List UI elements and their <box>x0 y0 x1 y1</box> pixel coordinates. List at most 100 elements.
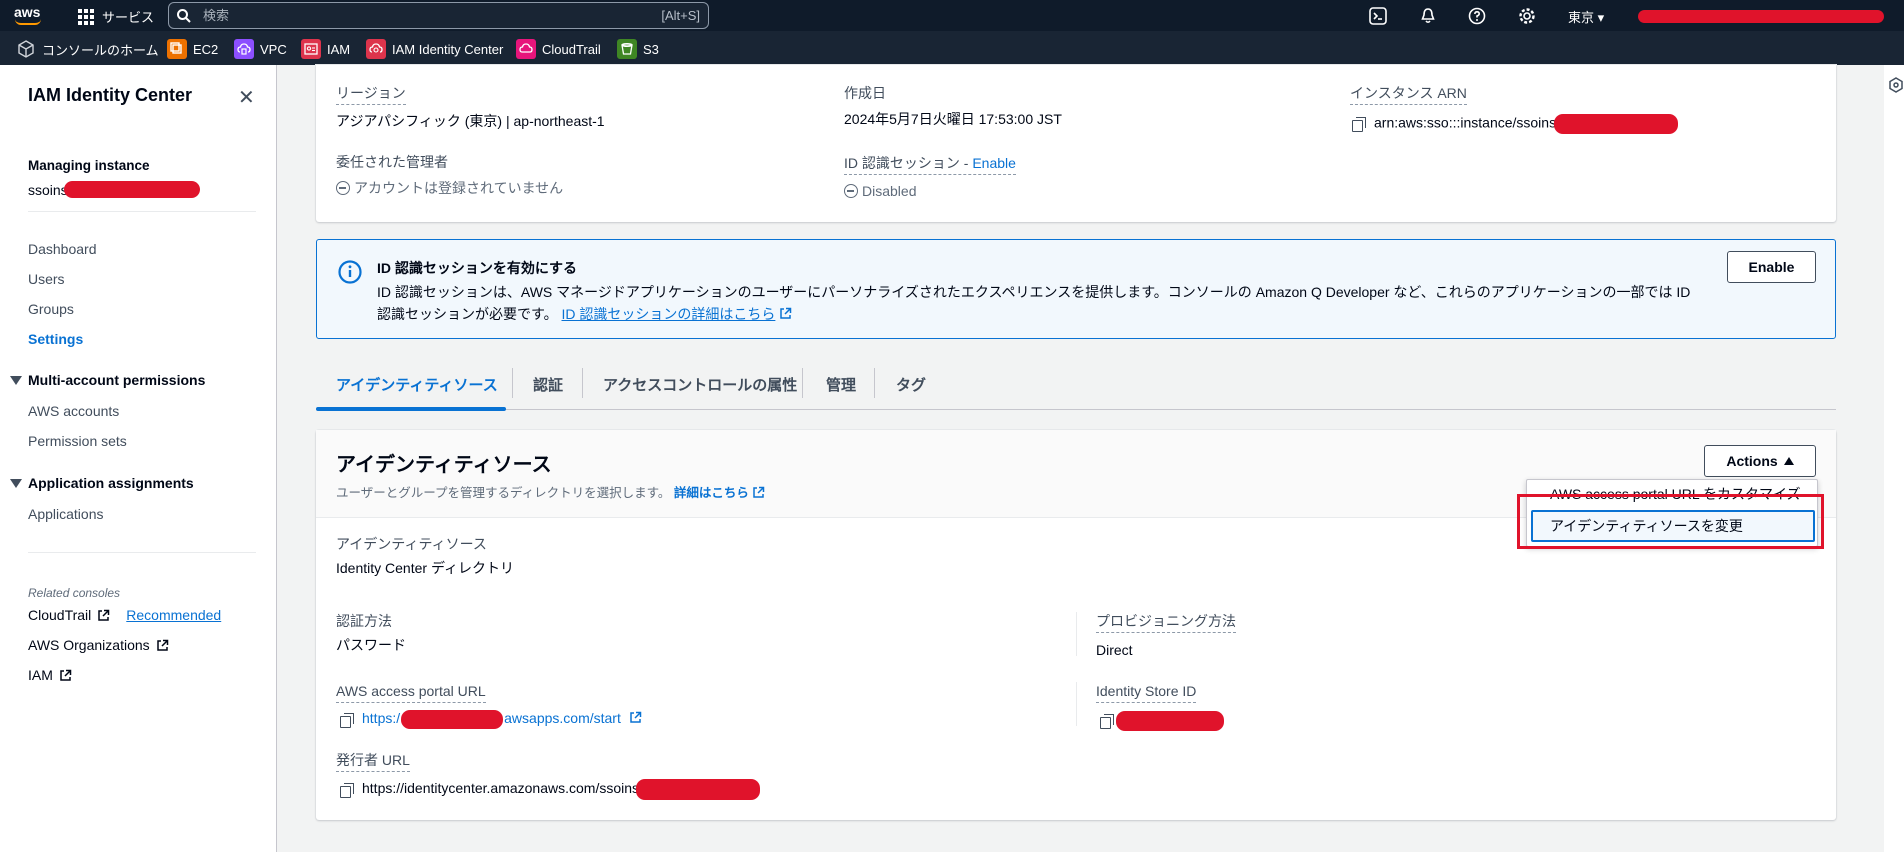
managing-instance-label: Managing instance <box>28 158 150 173</box>
favorite-label: コンソールのホーム <box>42 42 159 58</box>
copy-icon[interactable] <box>1352 117 1366 132</box>
column-divider <box>1076 682 1077 726</box>
issuer-url-label: 発行者 URL <box>336 752 410 772</box>
related-iam-link[interactable]: IAM <box>28 667 72 683</box>
related-label: IAM <box>28 667 53 683</box>
iam-icon <box>301 39 321 59</box>
annotation-highlight-box <box>1517 494 1824 549</box>
managing-instance-value: ssoins <box>28 181 200 198</box>
redacted-mark <box>401 710 504 729</box>
sidebar-item-dashboard[interactable]: Dashboard <box>28 241 97 257</box>
managing-instance-id: ssoins <box>28 181 68 198</box>
source-label: アイデンティティソース <box>336 536 487 552</box>
delegated-admin-label: 委任された管理者 <box>336 154 448 170</box>
favorite-s3[interactable]: S3 <box>617 39 659 59</box>
auth-method-label: 認証方法 <box>336 613 392 629</box>
alert-learn-more-link[interactable]: ID 認識セッションの詳細はこちら <box>562 306 776 322</box>
cloudshell-icon[interactable] <box>1368 6 1388 26</box>
delegated-admin-value: アカウントは登録されていません <box>336 180 563 197</box>
session-enable-link[interactable]: Enable <box>972 155 1016 171</box>
sidebar-item-users[interactable]: Users <box>28 271 65 287</box>
favorite-label: EC2 <box>193 41 219 57</box>
provisioning-value: Direct <box>1096 642 1133 658</box>
region-selector[interactable]: 東京 ▾ <box>1568 7 1604 26</box>
sidebar-section-application-assignments[interactable]: Application assignments <box>10 475 194 491</box>
ec2-icon <box>167 39 187 59</box>
related-aws-organizations-link[interactable]: AWS Organizations <box>28 637 169 653</box>
sidebar-title[interactable]: IAM Identity Center <box>28 85 192 106</box>
account-menu-redacted[interactable] <box>1638 10 1884 23</box>
sidebar-item-groups[interactable]: Groups <box>28 301 74 317</box>
sidebar-item-applications[interactable]: Applications <box>28 506 104 522</box>
alert-body-text: 認識セッションが必要です。 <box>377 306 558 322</box>
external-link-icon <box>60 669 72 681</box>
session-label: ID 認識セッション - Enable <box>844 155 1016 175</box>
settings-tabs: アイデンティティソース 認証 アクセスコントロールの属性 管理 タグ <box>316 358 1836 411</box>
identity-source-title: アイデンティティソース <box>336 454 552 476</box>
related-label: CloudTrail <box>28 607 92 623</box>
alert-title: ID 認識セッションを有効にする <box>377 260 578 276</box>
notifications-icon[interactable] <box>1418 6 1438 26</box>
redacted-mark <box>636 779 761 800</box>
related-consoles-title: Related consoles <box>28 586 121 600</box>
top-navigation: aws サービス [Alt+S] 東京 ▾ <box>0 0 1904 31</box>
enable-button[interactable]: Enable <box>1727 251 1816 283</box>
favorite-iam[interactable]: IAM <box>301 39 350 59</box>
created-label: 作成日 <box>844 85 886 101</box>
external-link-icon <box>98 609 110 621</box>
copy-icon[interactable] <box>1100 714 1114 729</box>
search-input[interactable] <box>203 8 662 23</box>
related-cloudtrail-link[interactable]: CloudTrail Recommended <box>28 607 221 623</box>
identity-store-id-value <box>1100 711 1224 731</box>
instance-details-card: リージョン アジアパシフィック (東京) | ap-northeast-1 作成… <box>316 65 1836 222</box>
favorite-iam-identity-center[interactable]: IAM Identity Center <box>366 39 503 59</box>
external-link-icon <box>753 486 765 498</box>
learn-more-link[interactable]: 詳細はこちら <box>674 486 749 500</box>
tab-authentication[interactable]: 認証 <box>533 374 563 395</box>
section-heading: Application assignments <box>28 475 194 491</box>
favorite-label: IAM <box>327 41 351 57</box>
tab-separator <box>802 368 803 398</box>
help-icon[interactable] <box>1467 6 1487 26</box>
close-icon[interactable]: ✕ <box>238 85 255 110</box>
related-label: AWS Organizations <box>28 637 150 653</box>
search-bar[interactable]: [Alt+S] <box>168 2 709 29</box>
favorite-console-home[interactable]: コンソールのホーム <box>16 39 159 59</box>
region-label: リージョン <box>336 85 406 105</box>
portal-url-link[interactable]: https:/ awsapps.com/start <box>362 710 621 729</box>
favorite-ec2[interactable]: EC2 <box>167 39 218 59</box>
tools-panel-icon[interactable] <box>1888 77 1904 93</box>
portal-url-value: https:/ awsapps.com/start <box>340 710 642 729</box>
status-negative-icon <box>336 181 350 195</box>
s3-icon <box>617 39 637 59</box>
side-navigation: IAM Identity Center ✕ Managing instance … <box>0 65 277 852</box>
sidebar-item-aws-accounts[interactable]: AWS accounts <box>28 403 119 419</box>
active-tab-indicator <box>316 407 506 411</box>
settings-gear-icon[interactable] <box>1517 6 1537 26</box>
region-value: アジアパシフィック (東京) | ap-northeast-1 <box>336 113 605 129</box>
copy-icon[interactable] <box>340 782 354 798</box>
right-utility-strip <box>1884 65 1904 852</box>
sidebar-item-permission-sets[interactable]: Permission sets <box>28 433 127 449</box>
services-menu-button[interactable]: サービス <box>78 7 154 26</box>
actions-dropdown-button[interactable]: Actions <box>1704 445 1816 477</box>
recommended-badge[interactable]: Recommended <box>126 607 221 623</box>
favorite-vpc[interactable]: VPC <box>234 39 287 59</box>
sidebar-item-settings[interactable]: Settings <box>28 331 83 347</box>
aws-logo[interactable]: aws <box>14 4 48 26</box>
info-alert: ID 認識セッションを有効にする ID 認識セッションは、AWS マネージドアプ… <box>316 239 1836 339</box>
sidebar-section-multi-account[interactable]: Multi-account permissions <box>10 372 205 388</box>
instance-arn-label: インスタンス ARN <box>1350 85 1467 105</box>
copy-icon[interactable] <box>340 712 354 728</box>
favorite-cloudtrail[interactable]: CloudTrail <box>516 39 601 59</box>
tab-management[interactable]: 管理 <box>826 374 856 395</box>
delegated-text: アカウントは登録されていません <box>354 180 564 196</box>
tab-identity-source[interactable]: アイデンティティソース <box>336 374 498 395</box>
redacted-mark <box>63 181 200 198</box>
tab-access-control-attributes[interactable]: アクセスコントロールの属性 <box>603 374 797 395</box>
favorites-bar: コンソールのホーム EC2 VPC IAM IAM Identity Cente… <box>0 31 1904 65</box>
auth-method-value: パスワード <box>336 637 406 653</box>
portal-url-label: AWS access portal URL <box>336 683 486 703</box>
alert-body: ID 認識セッションは、AWS マネージドアプリケーションのユーザーにパーソナラ… <box>377 281 1777 325</box>
tab-tags[interactable]: タグ <box>896 374 926 395</box>
